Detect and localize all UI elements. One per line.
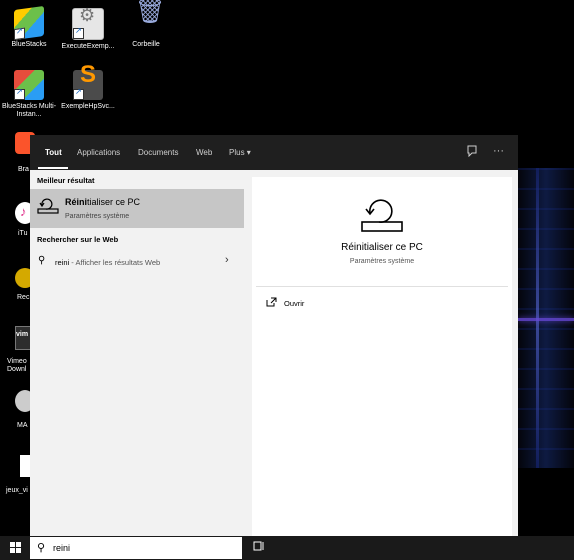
desktop-label-jeux: jeux_vi: [6, 487, 28, 494]
bluestacks-icon: [14, 5, 44, 41]
reset-pc-icon: [37, 197, 59, 220]
desktop-icon-exemplehpsvc[interactable]: ExempleHpSvc...: [53, 70, 123, 111]
more-options-icon[interactable]: ···: [493, 145, 504, 157]
tab-web[interactable]: Web: [196, 148, 212, 157]
preview-subtitle: Paramètres système: [349, 258, 415, 265]
search-icon: ⚲: [38, 255, 46, 266]
preview-divider: [256, 286, 508, 287]
tab-documents[interactable]: Documents: [138, 148, 178, 157]
search-panel: Tout Applications Documents Web Plus ▾ ·…: [30, 135, 518, 536]
desktop-label-vimeo: Vimeo Downl: [7, 358, 27, 373]
bluestacks-multi-icon: [14, 70, 44, 100]
open-action[interactable]: Ouvrir: [284, 299, 304, 308]
desktop-label-itu: iTu: [18, 230, 28, 237]
search-scope-bar: Tout Applications Documents Web Plus ▾ ·…: [30, 135, 518, 170]
web-search-item[interactable]: reini - Afficher les résultats Web: [55, 258, 160, 267]
windows-start-icon[interactable]: [10, 542, 21, 553]
best-match-item[interactable]: [30, 189, 244, 228]
tab-applications[interactable]: Applications: [77, 148, 120, 157]
feedback-icon[interactable]: [466, 145, 478, 160]
desktop-icon-corbeille[interactable]: Corbeille: [111, 8, 181, 49]
web-search-header: Rechercher sur le Web: [37, 235, 119, 244]
search-icon: ⚲: [37, 542, 46, 554]
reset-pc-large-icon: [360, 195, 404, 238]
task-view-icon[interactable]: [253, 540, 265, 555]
taskbar-search-box[interactable]: ⚲: [30, 537, 242, 559]
chevron-right-icon[interactable]: ›: [225, 254, 229, 266]
best-match-header: Meilleur résultat: [37, 176, 95, 185]
preview-title: Réinitialiser ce PC: [341, 242, 423, 253]
wallpaper-decoration: [518, 168, 574, 468]
search-input[interactable]: [53, 543, 223, 553]
active-tab-indicator: [38, 167, 68, 169]
tab-tout[interactable]: Tout: [45, 148, 62, 157]
best-match-title: Réinitialiser ce PC: [65, 197, 141, 207]
taskbar: ⚲: [0, 536, 574, 560]
desktop-label-rec: Rec: [17, 294, 30, 301]
recycle-bin-icon: [131, 8, 165, 38]
results-list: Meilleur résultat Réinitialiser ce PC Pa…: [30, 170, 244, 536]
best-match-subtitle: Paramètres système: [65, 213, 130, 220]
result-preview: Réinitialiser ce PC Paramètres système O…: [252, 177, 512, 536]
open-icon[interactable]: [266, 297, 277, 309]
tab-plus[interactable]: Plus ▾: [229, 148, 251, 157]
executable-icon: [72, 8, 104, 40]
desktop-label-bra: Bra: [18, 166, 29, 173]
sublime-text-icon: [73, 70, 103, 100]
desktop-label-ma: MA: [17, 422, 28, 429]
